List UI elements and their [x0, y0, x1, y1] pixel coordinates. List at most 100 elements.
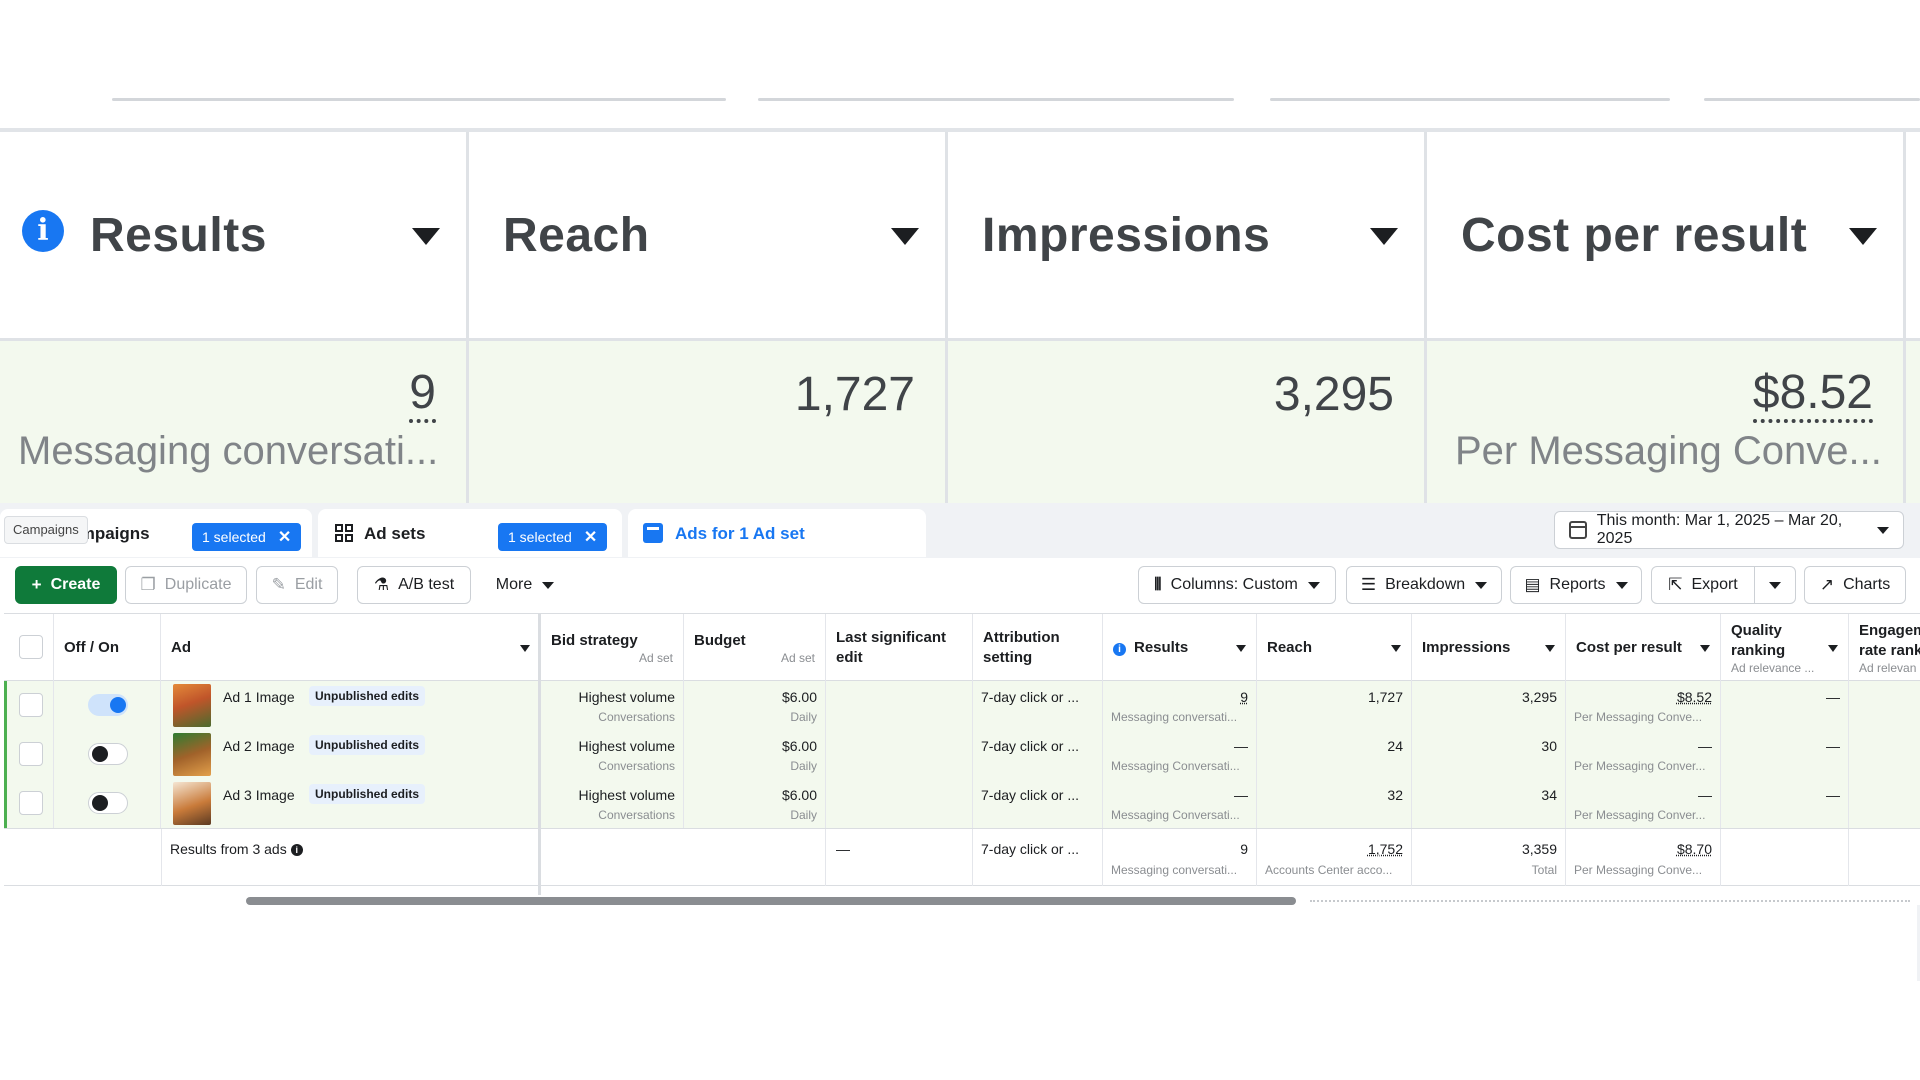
create-button[interactable]: + Create	[15, 566, 117, 604]
header-ad[interactable]: Ad	[161, 614, 541, 681]
results-value[interactable]: 9	[1240, 689, 1248, 705]
summary-impressions: 3,359	[1521, 841, 1557, 857]
close-icon[interactable]: ✕	[278, 527, 291, 547]
info-icon[interactable]: i	[290, 844, 303, 856]
ab-test-button[interactable]: ⚗ A/B test	[357, 566, 471, 604]
results-value: —	[1234, 738, 1248, 754]
columns-button[interactable]: ⦀ Columns: Custom	[1138, 566, 1336, 604]
info-icon[interactable]: i	[1113, 642, 1126, 656]
ad-name[interactable]: Ad 2 Image	[223, 738, 295, 754]
cell-toggle	[54, 730, 161, 779]
cell-attribution: 7-day click or ...	[973, 681, 1103, 730]
summary-cpr-sub: Per Messaging Conve...	[1574, 863, 1703, 877]
header-select-all	[4, 614, 54, 681]
caret-down-icon[interactable]	[1828, 645, 1838, 652]
caret-down-icon[interactable]	[1236, 645, 1246, 652]
zoom-value-results[interactable]: 9	[409, 367, 436, 423]
zoom-col-cost-per-result[interactable]: Cost per result	[1427, 132, 1906, 340]
header-attribution-setting[interactable]: Attribution setting	[973, 614, 1103, 681]
horizontal-scrollbar-thumb[interactable]	[246, 897, 1296, 905]
frozen-column-divider	[538, 613, 541, 895]
ad-on-off-toggle[interactable]	[88, 792, 128, 814]
plus-icon: +	[31, 575, 42, 594]
zoom-col-reach[interactable]: Reach	[469, 132, 948, 340]
caret-down-icon[interactable]	[1391, 645, 1401, 652]
campaigns-selected-badge[interactable]: 1 selected ✕	[192, 523, 302, 551]
ad-name[interactable]: Ad 3 Image	[223, 787, 295, 803]
flask-icon: ⚗	[373, 575, 390, 594]
row-checkbox[interactable]	[19, 791, 43, 815]
caret-down-icon[interactable]	[1545, 645, 1555, 652]
breakdown-button[interactable]: ☰ Breakdown	[1346, 566, 1502, 604]
ad-on-off-toggle[interactable]	[88, 743, 128, 765]
caret-down-icon[interactable]	[412, 228, 440, 245]
header-reach[interactable]: Reach	[1257, 614, 1412, 681]
summary-label-text: Results from 3 ads	[170, 841, 287, 857]
cell-budget: $6.00 Daily	[684, 779, 826, 828]
summary-results: 9	[1240, 841, 1248, 857]
zoom-value-reach: 1,727	[794, 368, 915, 421]
bid-sub: Conversations	[598, 710, 675, 724]
columns-label: Columns: Custom	[1170, 576, 1298, 593]
tab-ad-sets[interactable]: Ad sets 1 selected ✕	[318, 509, 622, 557]
tab-ads[interactable]: Ads for 1 Ad set	[628, 509, 926, 557]
more-button[interactable]: More	[480, 566, 570, 604]
caret-down-icon[interactable]	[891, 228, 919, 245]
select-all-checkbox[interactable]	[19, 635, 43, 659]
edit-button[interactable]: ✎ Edit	[256, 566, 338, 604]
table-row[interactable]: Ad 1 Image Unpublished edits Highest vol…	[4, 681, 1920, 730]
close-icon[interactable]: ✕	[584, 527, 597, 547]
adsets-selected-badge[interactable]: 1 selected ✕	[498, 523, 608, 551]
export-button[interactable]: ⇱ Export	[1651, 566, 1755, 604]
duplicate-button[interactable]: ❐ Duplicate	[125, 566, 247, 604]
row-checkbox[interactable]	[19, 693, 43, 717]
reports-button[interactable]: ▤ Reports	[1510, 566, 1642, 604]
export-dropdown-button[interactable]	[1754, 566, 1796, 604]
chevron-down-icon	[1307, 581, 1320, 589]
header-results[interactable]: i Results	[1103, 614, 1257, 681]
cpr-sub: Per Messaging Conve...	[1574, 710, 1703, 724]
ad-thumbnail[interactable]	[173, 782, 211, 825]
cell-empty	[1721, 829, 1849, 886]
header-off-on: Off / On	[54, 614, 161, 681]
table-row[interactable]: Ad 3 Image Unpublished edits Highest vol…	[4, 779, 1920, 828]
zoom-col-impressions[interactable]: Impressions	[948, 132, 1427, 340]
cell-cost-per-result: $8.52 Per Messaging Conve...	[1566, 681, 1721, 730]
caret-down-icon[interactable]	[520, 645, 530, 652]
header-impressions[interactable]: Impressions	[1412, 614, 1566, 681]
header-bid-strategy[interactable]: Bid strategy Ad set	[541, 614, 684, 681]
cell-bid-strategy: Highest volume Conversations	[541, 730, 684, 779]
summary-reach[interactable]: 1,752	[1368, 841, 1403, 857]
columns-icon: ⦀	[1154, 575, 1162, 594]
zoomed-metric-headers: i Results Reach Impressions Cost per res…	[0, 132, 1920, 340]
cpr-value[interactable]: $8.52	[1677, 689, 1712, 705]
impressions-value: 3,295	[1521, 689, 1557, 705]
caret-down-icon[interactable]	[1700, 645, 1710, 652]
ad-thumbnail[interactable]	[173, 733, 211, 776]
results-sub: Messaging Conversati...	[1111, 808, 1240, 822]
zoom-value-cost-per-result[interactable]: $8.52	[1752, 367, 1873, 423]
cell-summary-reach: 1,752 Accounts Center acco...	[1257, 829, 1412, 886]
ad-thumbnail[interactable]	[173, 684, 211, 727]
adsets-selected-text: 1 selected	[508, 529, 572, 545]
ad-name[interactable]: Ad 1 Image	[223, 689, 295, 705]
summary-cpr[interactable]: $8.70	[1677, 841, 1712, 857]
header-budget[interactable]: Budget Ad set	[684, 614, 826, 681]
header-impressions-label: Impressions	[1422, 638, 1511, 656]
ad-on-off-toggle[interactable]	[88, 694, 128, 716]
zoom-cell-results: 9 Messaging conversati...	[0, 341, 469, 503]
date-range-picker[interactable]: This month: Mar 1, 2025 – Mar 20, 2025	[1554, 511, 1904, 549]
header-quality-ranking[interactable]: Quality ranking Ad relevance ...	[1721, 614, 1849, 681]
caret-down-icon[interactable]	[1370, 228, 1398, 245]
cell-engagement	[1849, 730, 1920, 779]
table-row[interactable]: Ad 2 Image Unpublished edits Highest vol…	[4, 730, 1920, 779]
header-engagement-rate-ranking[interactable]: Engagement rate rank Ad relevan	[1849, 614, 1920, 681]
row-checkbox[interactable]	[19, 742, 43, 766]
charts-button[interactable]: ↗ Charts	[1804, 566, 1906, 604]
zoom-col-results[interactable]: i Results	[0, 132, 469, 340]
cell-summary-label: Results from 3 ads i	[161, 829, 541, 886]
cell-impressions: 34	[1412, 779, 1566, 828]
caret-down-icon[interactable]	[1849, 228, 1877, 245]
header-last-significant-edit[interactable]: Last significant edit	[826, 614, 973, 681]
header-cost-per-result[interactable]: Cost per result	[1566, 614, 1721, 681]
